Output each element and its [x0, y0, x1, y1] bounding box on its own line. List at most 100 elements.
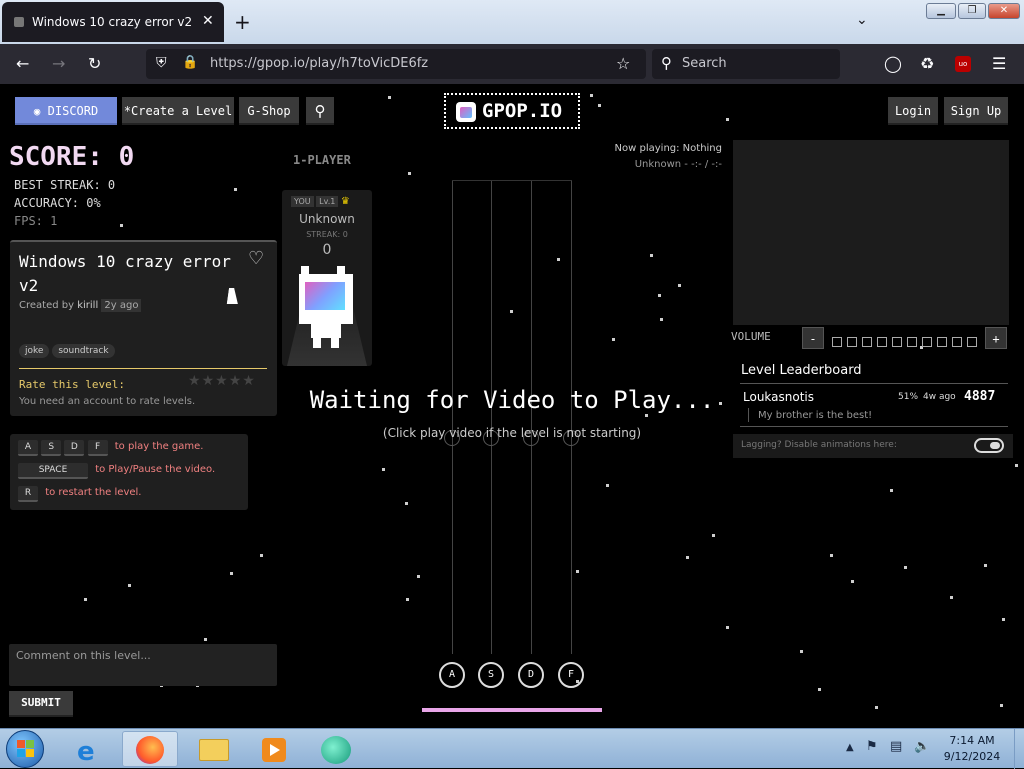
internet-explorer-icon[interactable]: e [62, 731, 118, 767]
signup-button[interactable]: Sign Up [944, 97, 1008, 125]
restart-row: R to restart the level. [18, 486, 141, 502]
lock-icon[interactable]: 🔒 [182, 55, 198, 70]
tag-joke[interactable]: joke [19, 344, 50, 358]
ublock-icon[interactable]: uo [955, 56, 971, 72]
pocket-icon[interactable]: ◯ [884, 54, 902, 73]
score-display: SCORE: 0 [9, 142, 135, 172]
lane-key-s[interactable]: S [478, 662, 504, 688]
firefox-icon[interactable] [122, 731, 178, 767]
file-explorer-icon[interactable] [186, 731, 242, 767]
browser-tab[interactable]: Windows 10 crazy error v2 - Gpop ✕ [2, 2, 224, 42]
rating-star-icon[interactable]: ★ [242, 373, 256, 389]
volume-step[interactable] [952, 337, 962, 347]
video-player[interactable] [733, 140, 1009, 325]
volume-step[interactable] [967, 337, 977, 347]
rating-star-icon[interactable]: ★ [215, 373, 229, 389]
shield-icon[interactable]: ⛨ [156, 55, 167, 71]
leaderboard-divider-bottom [740, 426, 1008, 427]
rating-star-icon[interactable]: ★ [202, 373, 216, 389]
comment-input[interactable]: Comment on this level... [9, 644, 277, 686]
volume-step[interactable] [877, 337, 887, 347]
back-arrow-icon[interactable]: ← [16, 54, 29, 73]
waiting-title: Waiting for Video to Play... [309, 386, 715, 414]
star [678, 284, 681, 287]
star [405, 502, 408, 505]
star [726, 118, 729, 121]
lane-f [571, 180, 572, 654]
discord-button[interactable]: ◉ DISCORD [15, 97, 117, 125]
minimize-window-button[interactable]: ▁ [926, 3, 956, 19]
volume-muted-icon[interactable]: 🔈 [914, 739, 930, 754]
login-button[interactable]: Login [888, 97, 938, 125]
volume-step[interactable] [922, 337, 932, 347]
search-button[interactable]: ⚲ [306, 97, 334, 125]
g-shop-button[interactable]: G-Shop [239, 97, 299, 125]
rating-star-icon[interactable]: ★ [229, 373, 243, 389]
volume-step[interactable] [937, 337, 947, 347]
lane-key-a[interactable]: A [439, 662, 465, 688]
star [120, 224, 123, 227]
new-tab-icon[interactable]: + [234, 10, 251, 34]
volume-slider[interactable] [832, 332, 982, 351]
star [128, 584, 131, 587]
star [851, 580, 854, 583]
gpop-logo[interactable]: GPOP.IO [444, 93, 580, 129]
reload-icon[interactable]: ↻ [88, 54, 101, 73]
create-level-button[interactable]: *Create a Level [122, 97, 234, 125]
keys-row: A S D F to play the game. [18, 440, 203, 456]
submit-comment-button[interactable]: SUBMIT [9, 691, 73, 717]
url-text[interactable]: https://gpop.io/play/h7toVicDE6fz [210, 56, 428, 71]
leaderboard-entry[interactable]: Loukasnotis 51% 4w ago 4887 My brother i… [740, 388, 1008, 428]
volume-step[interactable] [847, 337, 857, 347]
volume-step[interactable] [892, 337, 902, 347]
animations-toggle[interactable] [974, 438, 1004, 453]
volume-step[interactable] [862, 337, 872, 347]
volume-step[interactable] [907, 337, 917, 347]
forward-arrow-icon[interactable]: → [52, 54, 65, 73]
player-name: Unknown [299, 212, 355, 226]
author-link[interactable]: kirill [77, 300, 98, 311]
tab-close-icon[interactable]: ✕ [202, 13, 214, 29]
search-bar[interactable]: ⚲ Search [652, 49, 840, 79]
accuracy: ACCURACY: 0% [14, 196, 101, 210]
favorite-heart-icon[interactable]: ♡ [248, 248, 264, 269]
star [590, 94, 593, 97]
player-card: YOU Lv.1 ♛ Unknown STREAK: 0 0 [282, 190, 372, 366]
windows-taskbar: e ▲ ⚑ ▤ 🔈 7:14 AM 9/12/2024 [0, 728, 1024, 769]
star [660, 318, 663, 321]
show-desktop-button[interactable] [1014, 729, 1024, 769]
start-button[interactable] [6, 730, 44, 768]
bookmark-star-icon[interactable]: ☆ [616, 54, 630, 73]
rating-stars[interactable]: ★★★★★ [188, 373, 256, 389]
star [388, 96, 391, 99]
show-hidden-icons[interactable]: ▲ [846, 742, 854, 753]
volume-up-button[interactable]: + [985, 327, 1007, 349]
close-window-button[interactable]: ✕ [988, 3, 1020, 19]
extensions-icon[interactable]: ♻ [920, 54, 934, 73]
network-icon[interactable]: ▤ [890, 739, 902, 754]
action-center-flag-icon[interactable]: ⚑ [866, 739, 878, 754]
list-tabs-chevron-icon[interactable]: ⌄ [856, 12, 868, 28]
tag-soundtrack[interactable]: soundtrack [52, 344, 115, 358]
entry-comment: My brother is the best! [758, 410, 873, 421]
browser-toolbar: ← → ↻ ⛨ 🔒 https://gpop.io/play/h7toVicDE… [0, 44, 1024, 84]
logo-robot-icon [456, 102, 476, 122]
you-badge: YOU [291, 196, 314, 207]
volume-step[interactable] [832, 337, 842, 347]
player-streak: STREAK: 0 [306, 230, 348, 239]
entry-name[interactable]: Loukasnotis [743, 390, 814, 404]
restore-window-button[interactable]: ❐ [958, 3, 986, 19]
media-player-icon[interactable] [246, 731, 302, 767]
mouse-cursor-icon [226, 288, 241, 304]
rating-star-icon[interactable]: ★ [188, 373, 202, 389]
player-score: 0 [322, 242, 332, 258]
crown-icon: ♛ [340, 196, 350, 207]
lane-key-d[interactable]: D [518, 662, 544, 688]
menu-hamburger-icon[interactable]: ☰ [992, 54, 1006, 73]
url-bar[interactable]: ⛨ 🔒 https://gpop.io/play/h7toVicDE6fz ☆ [146, 49, 646, 79]
lane-key-f[interactable]: F [558, 662, 584, 688]
created-by-prefix: Created by [19, 300, 75, 311]
volume-down-button[interactable]: - [802, 327, 824, 349]
clock[interactable]: 7:14 AM 9/12/2024 [932, 733, 1012, 765]
app-fish-icon[interactable] [308, 731, 364, 767]
